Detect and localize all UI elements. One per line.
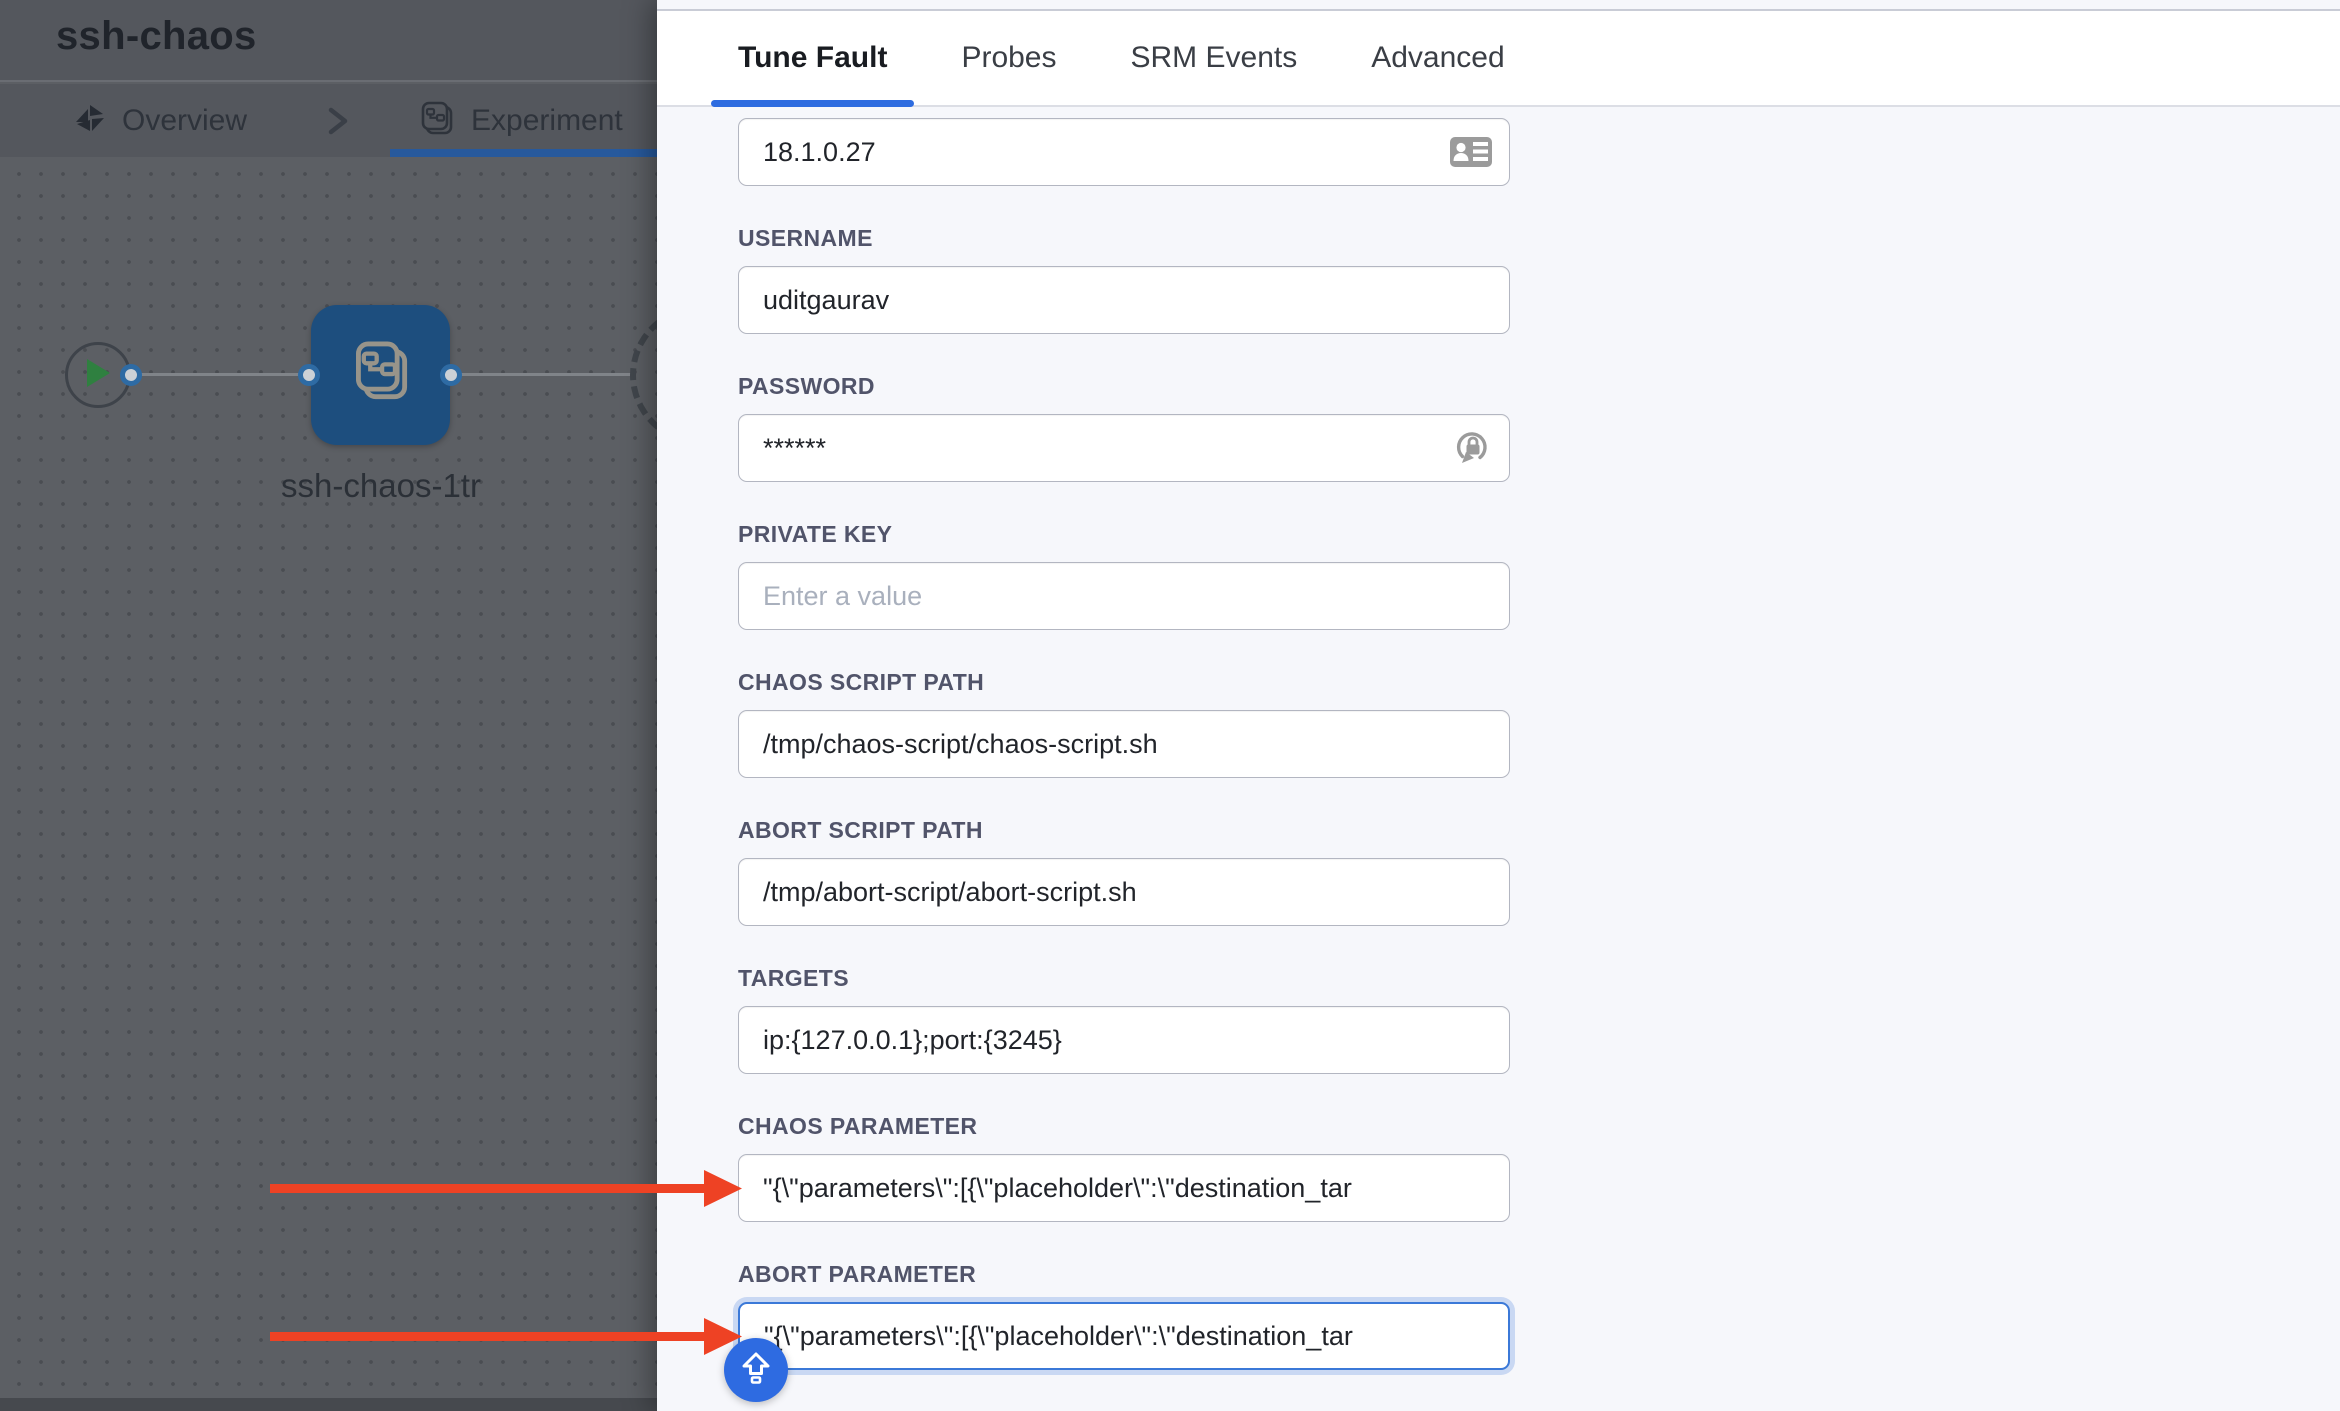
form-field-abort-script-path: ABORT SCRIPT PATH [738, 816, 1510, 926]
targets-label: TARGETS [738, 964, 1510, 992]
private-key-label: PRIVATE KEY [738, 520, 1510, 548]
host-input[interactable] [738, 118, 1510, 186]
secret-lock-icon[interactable] [1452, 427, 1494, 469]
drawer-scrim-overlay [0, 0, 657, 1411]
form-field-username: USERNAME [738, 224, 1510, 334]
abort-script-path-label: ABORT SCRIPT PATH [738, 816, 1510, 844]
abort-parameter-input[interactable] [738, 1302, 1510, 1370]
form-field-password: PASSWORD [738, 372, 1510, 482]
tab-advanced-label: Advanced [1371, 41, 1504, 75]
form-field-abort-parameter: ABORT PARAMETER [738, 1260, 1510, 1370]
upload-icon [738, 1350, 774, 1391]
tab-probes[interactable]: Probes [934, 11, 1083, 105]
form-field-chaos-script-path: CHAOS SCRIPT PATH [738, 668, 1510, 778]
abort-script-path-input[interactable] [738, 858, 1510, 926]
upload-action-button[interactable] [724, 1338, 788, 1402]
drawer-tabbar: Tune Fault Probes SRM Events Advanced [657, 11, 2340, 107]
form-field-targets: TARGETS [738, 964, 1510, 1074]
form-field-private-key: PRIVATE KEY [738, 520, 1510, 630]
form-field-chaos-parameter: CHAOS PARAMETER [738, 1112, 1510, 1222]
targets-input[interactable] [738, 1006, 1510, 1074]
tune-fault-form: USERNAME PASSWORD [657, 107, 2340, 1411]
username-label: USERNAME [738, 224, 1510, 252]
tune-fault-drawer: Tune Fault Probes SRM Events Advanced [657, 0, 2340, 1411]
tab-advanced[interactable]: Advanced [1344, 11, 1531, 105]
chaos-parameter-label: CHAOS PARAMETER [738, 1112, 1510, 1140]
tab-tune-fault-label: Tune Fault [738, 41, 887, 75]
tab-srm-events[interactable]: SRM Events [1104, 11, 1325, 105]
chaos-script-path-label: CHAOS SCRIPT PATH [738, 668, 1510, 696]
app-window: ssh-chaos Overview [0, 0, 2340, 1411]
username-input[interactable] [738, 266, 1510, 334]
private-key-input[interactable] [738, 562, 1510, 630]
password-input[interactable] [738, 414, 1510, 482]
abort-parameter-label: ABORT PARAMETER [738, 1260, 1510, 1288]
id-card-icon[interactable] [1448, 134, 1494, 170]
pipeline-studio-dimmed: ssh-chaos Overview [0, 0, 657, 1411]
chaos-parameter-input[interactable] [738, 1154, 1510, 1222]
chaos-script-path-input[interactable] [738, 710, 1510, 778]
password-label: PASSWORD [738, 372, 1510, 400]
form-field-host [738, 118, 1510, 186]
tab-probes-label: Probes [961, 41, 1056, 75]
tab-srm-events-label: SRM Events [1131, 41, 1298, 75]
tab-tune-fault[interactable]: Tune Fault [711, 11, 914, 105]
